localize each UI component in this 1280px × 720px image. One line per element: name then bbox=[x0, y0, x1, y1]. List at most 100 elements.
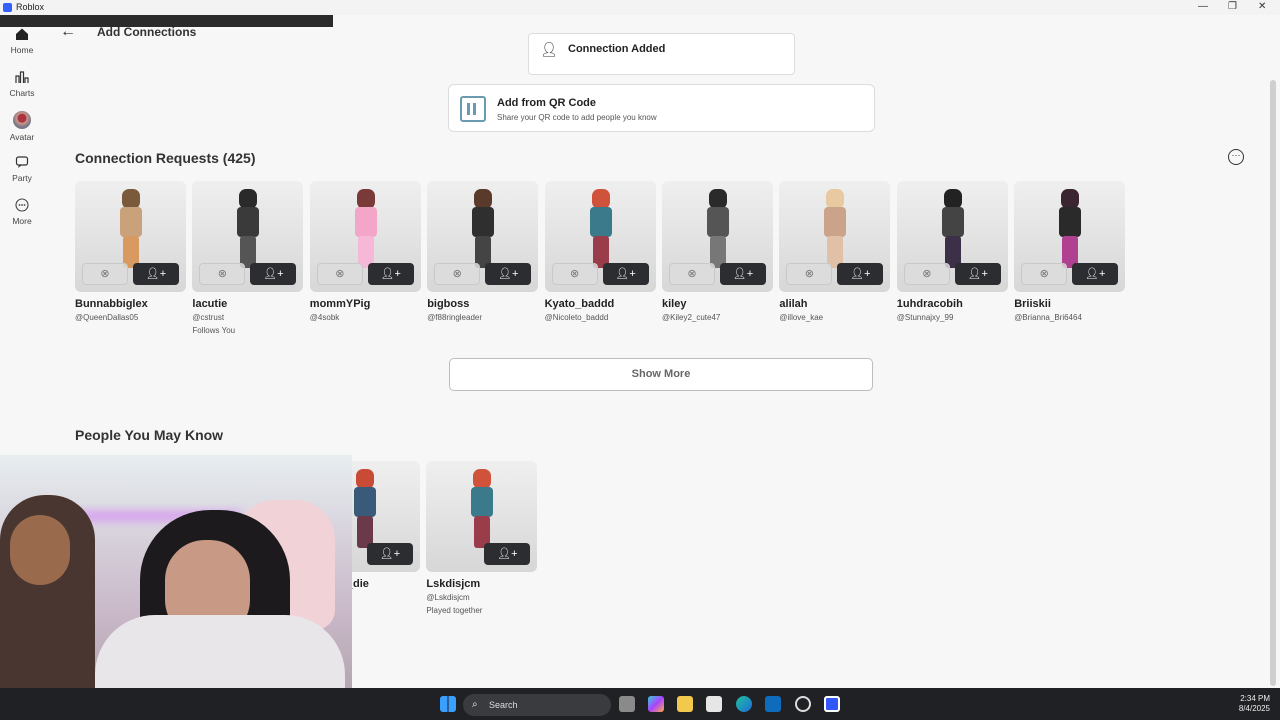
outlook-icon[interactable] bbox=[765, 696, 781, 712]
nav-label: More bbox=[12, 216, 32, 226]
store-icon[interactable] bbox=[706, 696, 722, 712]
minimize-button[interactable]: — bbox=[1198, 1, 1208, 12]
avatar-thumbnail[interactable]: ⊗ 👤︎+ bbox=[427, 181, 539, 292]
display-name[interactable]: kiley bbox=[662, 298, 773, 310]
windows-start-icon[interactable] bbox=[440, 696, 456, 712]
display-name[interactable]: lacutie bbox=[192, 298, 303, 310]
accept-button[interactable]: 👤︎+ bbox=[602, 263, 649, 285]
avatar-thumbnail[interactable]: ⊗ 👤︎+ bbox=[1014, 181, 1126, 292]
scrollbar[interactable] bbox=[1270, 80, 1276, 686]
nav-item-charts[interactable]: Charts bbox=[0, 70, 44, 98]
user-card[interactable]: ⊗ 👤︎+ kiley @Kiley2_cute47 bbox=[662, 181, 773, 322]
avatar-thumbnail[interactable]: ⊗ 👤︎+ bbox=[896, 181, 1008, 292]
avatar-figure bbox=[1059, 189, 1082, 273]
decline-button[interactable]: ⊗ bbox=[434, 263, 481, 285]
user-card[interactable]: ⊗ 👤︎+ bigboss @f88ringleader bbox=[427, 181, 539, 322]
connection-added-toast: 👤︎ Connection Added bbox=[528, 33, 795, 75]
taskbar-search-label: Search bbox=[489, 700, 518, 710]
display-name[interactable]: Lskdisjcm bbox=[426, 578, 537, 590]
accept-button[interactable]: 👤︎+ bbox=[133, 263, 179, 285]
display-name[interactable]: Briiskii bbox=[1014, 298, 1125, 310]
user-card[interactable]: ⊗ 👤︎+ Bunnabbiglex @QueenDallas05 bbox=[75, 181, 186, 322]
nav-item-party[interactable]: Party bbox=[0, 155, 44, 183]
person-add-icon: 👤︎+ bbox=[967, 268, 988, 280]
person-add-icon: 👤︎+ bbox=[379, 548, 401, 560]
roblox-taskbar-icon[interactable] bbox=[824, 696, 840, 712]
decline-button[interactable]: ⊗ bbox=[1021, 263, 1068, 285]
display-name[interactable]: bigboss bbox=[427, 298, 538, 310]
avatar-thumbnail[interactable]: ⊗ 👤︎+ bbox=[309, 181, 421, 292]
user-card[interactable]: ⊗ 👤︎+ Briiskii @Brianna_Bri6464 bbox=[1014, 181, 1126, 322]
avatar-thumbnail[interactable]: ⊗ 👤︎+ bbox=[544, 181, 656, 292]
decline-button[interactable]: ⊗ bbox=[82, 263, 128, 285]
taskbar-search-box[interactable]: ⌕ Search bbox=[463, 694, 611, 716]
accept-button[interactable]: 👤︎+ bbox=[720, 263, 766, 285]
edge-icon[interactable] bbox=[736, 696, 752, 712]
decline-button[interactable]: ⊗ bbox=[199, 263, 246, 285]
user-card[interactable]: ⊗ 👤︎+ lacutie @cstrust Follows You bbox=[192, 181, 304, 335]
user-card[interactable]: ⊗ 👤︎+ mommYPig @4sobk bbox=[309, 181, 421, 322]
person-add-icon: 👤︎+ bbox=[497, 548, 518, 560]
roblox-logo-icon bbox=[3, 3, 12, 12]
decline-button[interactable]: ⊗ bbox=[903, 263, 950, 285]
avatar-thumbnail[interactable]: ⊗ 👤︎+ bbox=[192, 181, 304, 292]
qr-subtitle: Share your QR code to add people you kno… bbox=[497, 113, 657, 122]
maximize-button[interactable]: ❐ bbox=[1228, 1, 1237, 12]
accept-button[interactable]: 👤︎+ bbox=[1072, 263, 1119, 285]
user-card[interactable]: 👤︎+ Lskdisjcm @Lskdisjcm Played together bbox=[426, 461, 538, 615]
display-name[interactable]: mommYPig bbox=[310, 298, 421, 310]
nav-item-avatar[interactable]: Avatar bbox=[0, 111, 44, 142]
username: @Stunnajxy_99 bbox=[896, 313, 954, 322]
file-explorer-icon[interactable] bbox=[677, 696, 693, 712]
avatar-thumbnail[interactable]: ⊗ 👤︎+ bbox=[75, 181, 186, 292]
avatar-thumbnail[interactable]: ⊗ 👤︎+ bbox=[779, 181, 891, 292]
close-circle-icon: ⊗ bbox=[335, 268, 345, 280]
user-card[interactable]: ⊗ 👤︎+ alilah @illove_kae bbox=[779, 181, 891, 322]
taskbar-clock: 2:34 PM 8/4/2025 bbox=[1239, 694, 1270, 714]
copilot-icon[interactable] bbox=[648, 696, 664, 712]
avatar-figure bbox=[471, 469, 494, 553]
decline-button[interactable]: ⊗ bbox=[316, 263, 363, 285]
display-name[interactable]: alilah bbox=[779, 298, 890, 310]
username: @cstrust bbox=[192, 313, 225, 322]
accept-button[interactable]: 👤︎+ bbox=[954, 263, 1001, 285]
decline-button[interactable]: ⊗ bbox=[551, 263, 598, 285]
accept-button[interactable]: 👤︎+ bbox=[367, 263, 414, 285]
nav-item-more[interactable]: More bbox=[0, 198, 44, 226]
avatar-thumbnail[interactable]: ⊗ 👤︎+ bbox=[662, 181, 773, 292]
decline-button[interactable]: ⊗ bbox=[669, 263, 715, 285]
qr-code-icon bbox=[460, 96, 486, 122]
show-more-button[interactable]: Show More bbox=[449, 358, 873, 391]
username: @f88ringleader bbox=[427, 313, 483, 322]
add-from-qr-code-card[interactable]: Add from QR Code Share your QR code to a… bbox=[448, 84, 875, 132]
avatar-thumbnail[interactable]: 👤︎+ bbox=[426, 461, 538, 572]
obs-icon[interactable] bbox=[795, 696, 811, 712]
webcam-overlay bbox=[0, 455, 352, 720]
nav-item-home[interactable]: Home bbox=[0, 27, 44, 55]
accept-button[interactable]: 👤︎+ bbox=[837, 263, 884, 285]
add-connection-button[interactable]: 👤︎+ bbox=[484, 543, 531, 565]
avatar-figure bbox=[472, 189, 495, 273]
close-circle-icon: ⊗ bbox=[452, 268, 462, 280]
back-button[interactable]: ← bbox=[60, 23, 76, 41]
task-view-icon[interactable] bbox=[619, 696, 635, 712]
display-name[interactable]: Bunnabbiglex bbox=[75, 298, 186, 310]
accept-button[interactable]: 👤︎+ bbox=[485, 263, 532, 285]
decline-button[interactable]: ⊗ bbox=[786, 263, 833, 285]
nav-label: Home bbox=[10, 45, 34, 55]
arrow-left-icon: ← bbox=[60, 23, 76, 40]
add-connection-button[interactable]: 👤︎+ bbox=[367, 543, 413, 565]
username: @Nicoleto_baddd bbox=[544, 313, 609, 322]
close-circle-icon: ⊗ bbox=[1039, 268, 1049, 280]
accept-button[interactable]: 👤︎+ bbox=[250, 263, 297, 285]
user-card[interactable]: ⊗ 👤︎+ 1uhdracobih @Stunnajxy_99 bbox=[896, 181, 1008, 322]
user-card[interactable]: ⊗ 👤︎+ Kyato_baddd @Nicoleto_baddd bbox=[544, 181, 656, 322]
avatar-figure bbox=[237, 189, 260, 273]
close-circle-icon: ⊗ bbox=[922, 268, 932, 280]
home-icon bbox=[16, 28, 28, 40]
more-options-button[interactable]: ··· bbox=[1228, 149, 1244, 165]
close-window-button[interactable]: ✕ bbox=[1258, 1, 1266, 12]
display-name[interactable]: Kyato_baddd bbox=[545, 298, 656, 310]
display-name[interactable]: 1uhdracobih bbox=[897, 298, 1008, 310]
search-icon: ⌕ bbox=[472, 699, 478, 710]
